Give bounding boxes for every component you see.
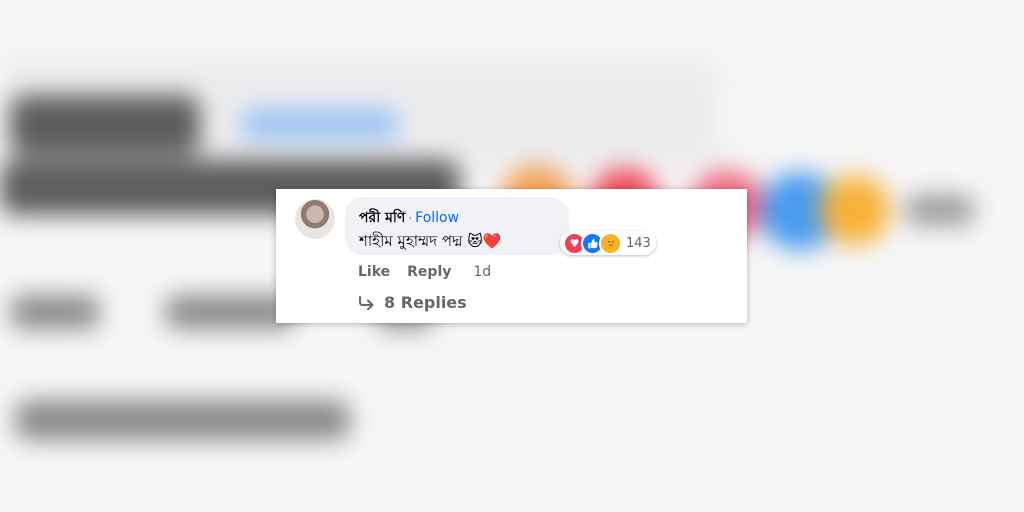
comment-bubble: পরী মণি · Follow শাহীম মুহাম্মদ পদ্ম 😻❤️ bbox=[345, 197, 569, 255]
background-replies-blob bbox=[15, 400, 350, 440]
care-icon bbox=[599, 231, 622, 255]
comment-text: শাহীম মুহাম্মদ পদ্ম bbox=[359, 232, 463, 250]
comment-text-row: শাহীম মুহাম্মদ পদ্ম 😻❤️ bbox=[359, 230, 502, 255]
reactions-summary[interactable]: ♥ 143 bbox=[560, 231, 656, 255]
author-name[interactable]: পরী মণি bbox=[359, 210, 405, 226]
comment-emojis: 😻❤️ bbox=[467, 232, 502, 250]
background-count-blob bbox=[905, 195, 975, 225]
avatar[interactable] bbox=[295, 199, 335, 239]
comment-actions: Like Reply 1d bbox=[358, 264, 491, 280]
background-like-blob bbox=[10, 295, 100, 329]
comment-timestamp[interactable]: 1d bbox=[473, 264, 491, 280]
reply-arrow-icon bbox=[358, 295, 376, 310]
comment-card: পরী মণি · Follow শাহীম মুহাম্মদ পদ্ম 😻❤️ ♥… bbox=[276, 189, 747, 323]
view-replies-button[interactable]: 8 Replies bbox=[358, 293, 467, 312]
reaction-count: 143 bbox=[626, 235, 651, 251]
background-follow-blob bbox=[240, 108, 400, 140]
replies-label: 8 Replies bbox=[384, 293, 467, 312]
reply-button[interactable]: Reply bbox=[407, 264, 451, 280]
like-button[interactable]: Like bbox=[358, 264, 390, 280]
separator-dot: · bbox=[408, 211, 413, 225]
background-name-blob bbox=[10, 95, 200, 155]
background-reaction-blob bbox=[820, 175, 890, 245]
comment-header: পরী মণি · Follow bbox=[359, 206, 459, 230]
follow-button[interactable]: Follow bbox=[415, 210, 459, 226]
